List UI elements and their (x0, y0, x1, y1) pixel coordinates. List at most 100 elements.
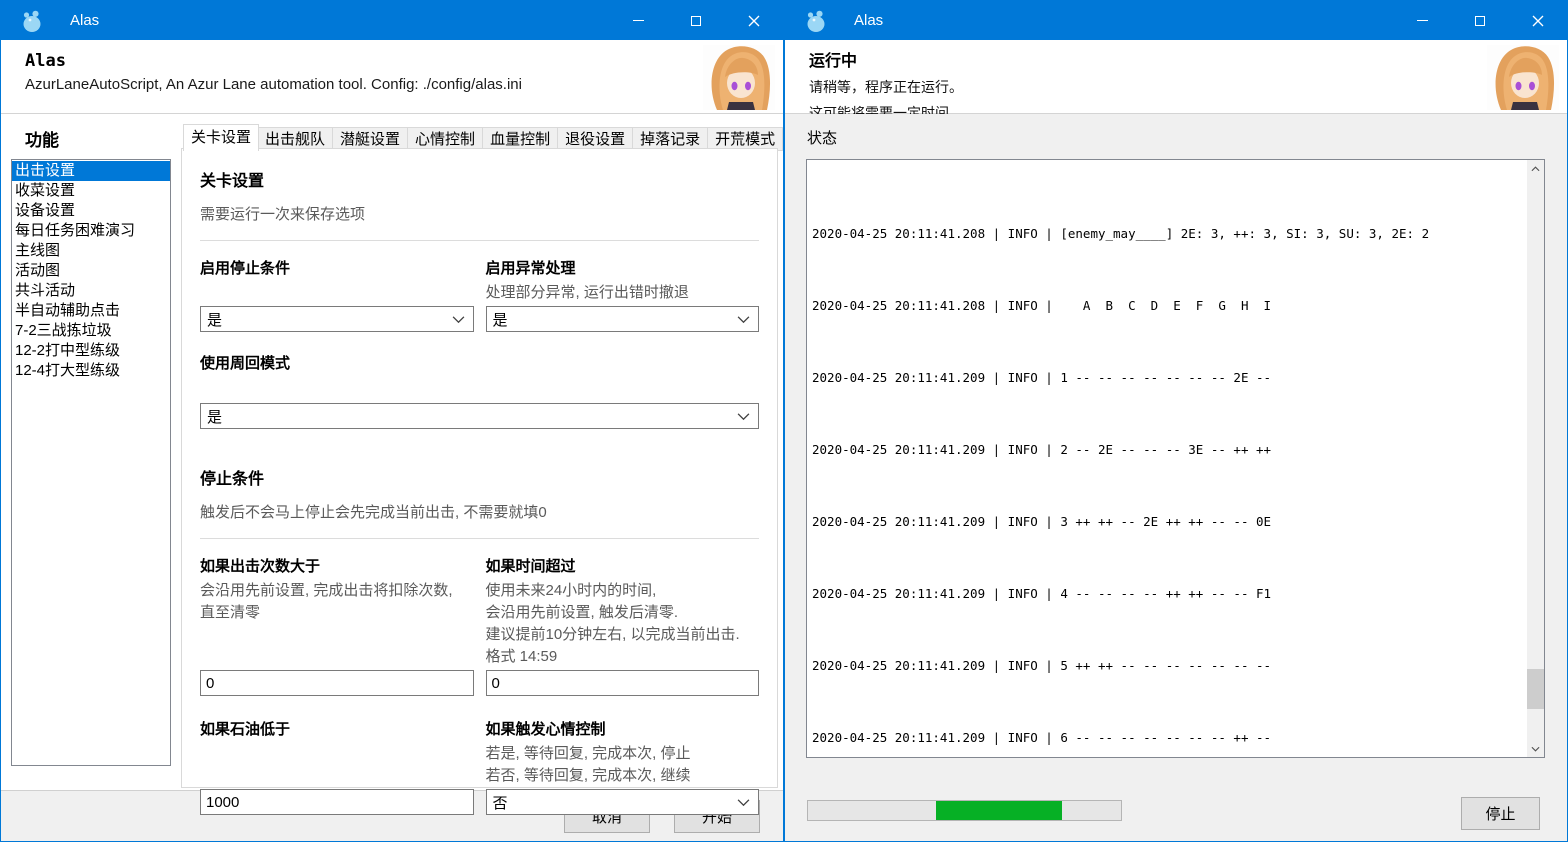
caption-buttons (609, 1, 783, 40)
scrollbar-thumb[interactable] (1527, 669, 1544, 709)
sidebar-item[interactable]: 出击设置 (12, 161, 170, 181)
chevron-down-icon (452, 315, 465, 324)
minimize-button[interactable] (1393, 1, 1451, 40)
combo-value: 是 (207, 406, 222, 427)
app-name: Alas (1, 40, 783, 71)
settings-tab[interactable]: 关卡设置 (183, 124, 259, 151)
runner-header: 运行中 请稍等，程序正在运行。 这可能将需要一定时间。 (785, 40, 1567, 114)
sidebar-item-label: 12-4打大型练级 (15, 362, 120, 379)
time-limit-input[interactable] (486, 670, 760, 696)
log-lines: 2020-04-25 20:11:41.208 | INFO | [enemy_… (812, 159, 1522, 758)
field-label-if-sortie-count-over: 如果出击次数大于 (200, 555, 474, 576)
form-row-1: 启用停止条件 启用异常处理 处理部分异常, 运行出错时撤退 是 是 (200, 257, 759, 332)
scroll-down-button[interactable] (1527, 740, 1544, 757)
sidebar-item[interactable]: 12-4打大型练级 (12, 361, 170, 381)
combo-value: 是 (207, 309, 222, 330)
field-desc: 若是, 等待回复, 完成本次, 停止 若否, 等待回复, 完成本次, 继续 (486, 743, 760, 787)
log-line: 2020-04-25 20:11:41.209 | INFO | 5 ++ ++… (812, 657, 1522, 675)
field-label-if-oil-below: 如果石油低于 (200, 718, 474, 739)
sidebar-item-label: 7-2三战拣垃圾 (15, 322, 112, 339)
sidebar-item[interactable]: 设备设置 (12, 201, 170, 221)
sidebar-item-label: 主线图 (15, 242, 60, 259)
tab-label: 血量控制 (490, 131, 550, 148)
tab-label: 掉落记录 (640, 131, 700, 148)
field-label-enable-stop-condition: 启用停止条件 (200, 257, 474, 278)
sidebar-heading: 功能 (25, 126, 59, 151)
close-icon (1532, 15, 1544, 27)
sidebar-item-label: 活动图 (15, 262, 60, 279)
chevron-down-icon (737, 315, 750, 324)
log-output[interactable]: 2020-04-25 20:11:41.208 | INFO | [enemy_… (806, 159, 1545, 758)
sidebar-item-label: 出击设置 (15, 162, 75, 179)
section-title-stop-condition: 停止条件 (200, 465, 759, 489)
avatar (1487, 45, 1559, 110)
sidebar-item-label: 每日任务困难演习 (15, 222, 135, 239)
app-description: AzurLaneAutoScript, An Azur Lane automat… (1, 71, 783, 93)
window-title: Alas (854, 12, 883, 29)
sidebar-item[interactable]: 12-2打中型练级 (12, 341, 170, 361)
function-listbox[interactable]: 出击设置 收菜设置 设备设置 每日任务困难演习 主线图 活动图 共斗活动 半自动… (11, 159, 171, 766)
loop-mode-select[interactable]: 是 (200, 403, 759, 429)
sortie-count-input[interactable] (200, 670, 474, 696)
field-label-loop-mode: 使用周回模式 (200, 352, 759, 373)
sidebar-item-label: 收菜设置 (15, 182, 75, 199)
minimize-icon (633, 20, 644, 21)
sidebar-item[interactable]: 收菜设置 (12, 181, 170, 201)
enable-exception-handling-select[interactable]: 是 (486, 306, 760, 332)
oil-threshold-input[interactable] (200, 789, 474, 815)
alas-app-icon (20, 9, 44, 33)
caption-buttons (1393, 1, 1567, 40)
progress-bar-marquee (936, 801, 1061, 820)
mood-control-select[interactable]: 否 (486, 789, 760, 815)
section-subtitle: 触发后不会马上停止会先完成当前出击, 不需要就填0 (200, 501, 759, 522)
divider (200, 240, 759, 241)
field-label-if-time-exceeds: 如果时间超过 (486, 555, 760, 576)
enable-stop-condition-select[interactable]: 是 (200, 306, 474, 332)
sidebar-item[interactable]: 半自动辅助点击 (12, 301, 170, 321)
close-button[interactable] (725, 1, 783, 40)
chevron-down-icon (737, 798, 750, 807)
tab-label: 退役设置 (565, 131, 625, 148)
titlebar[interactable]: Alas (1, 1, 783, 40)
sidebar-item[interactable]: 主线图 (12, 241, 170, 261)
maximize-button[interactable] (667, 1, 725, 40)
sidebar-item[interactable]: 每日任务困难演习 (12, 221, 170, 241)
close-button[interactable] (1509, 1, 1567, 40)
sidebar-item[interactable]: 7-2三战拣垃圾 (12, 321, 170, 341)
sidebar-item-label: 12-2打中型练级 (15, 342, 120, 359)
runner-body: 状态 2020-04-25 20:11:41.208 | INFO | [ene… (785, 114, 1567, 841)
tab-page-stage-settings: 关卡设置 需要运行一次来保存选项 启用停止条件 启用异常处理 处理部分异常, 运… (181, 148, 778, 788)
field-desc (200, 743, 474, 787)
settings-window: Alas Alas AzurLaneAutoScript, An Azur La… (0, 0, 784, 842)
form-row-4: 如果石油低于 如果触发心情控制 若是, 等待回复, 完成本次, 停止 若否, 等… (200, 718, 759, 815)
field-label-enable-exception-handling: 启用异常处理 (486, 257, 760, 278)
sidebar-item[interactable]: 活动图 (12, 261, 170, 281)
running-status-title: 运行中 (785, 40, 1567, 71)
maximize-button[interactable] (1451, 1, 1509, 40)
form-row-3: 如果出击次数大于 如果时间超过 会沿用先前设置, 完成出击将扣除次数, 直至清零… (200, 555, 759, 696)
field-desc: 处理部分异常, 运行出错时撤退 (486, 282, 760, 304)
titlebar[interactable]: Alas (785, 1, 1567, 40)
tab-label: 心情控制 (415, 131, 475, 148)
maximize-icon (691, 16, 701, 26)
runner-window: Alas 运行中 请稍等，程序正在运行。 这可能将需要一定时间。 (784, 0, 1568, 842)
sidebar-item-label: 半自动辅助点击 (15, 302, 120, 319)
stop-button[interactable]: 停止 (1461, 797, 1540, 830)
chevron-down-icon (737, 412, 750, 421)
tab-label: 关卡设置 (191, 129, 251, 146)
sidebar-item-label: 共斗活动 (15, 282, 75, 299)
avatar (703, 45, 775, 110)
sidebar-item-label: 设备设置 (15, 202, 75, 219)
minimize-button[interactable] (609, 1, 667, 40)
scroll-up-button[interactable] (1527, 160, 1544, 177)
log-line: 2020-04-25 20:11:41.209 | INFO | 3 ++ ++… (812, 513, 1522, 531)
settings-body: 功能 出击设置 收菜设置 设备设置 每日任务困难演习 主线图 活动图 共斗活动 … (1, 114, 783, 790)
running-status-line1: 请稍等，程序正在运行。 (785, 71, 1567, 97)
field-desc: 会沿用先前设置, 完成出击将扣除次数, 直至清零 (200, 580, 474, 668)
log-line: 2020-04-25 20:11:41.208 | INFO | [enemy_… (812, 225, 1522, 243)
divider (200, 538, 759, 539)
window-title: Alas (70, 12, 99, 29)
sidebar-item[interactable]: 共斗活动 (12, 281, 170, 301)
page-subtitle: 需要运行一次来保存选项 (200, 203, 759, 224)
log-scrollbar[interactable] (1527, 160, 1544, 757)
